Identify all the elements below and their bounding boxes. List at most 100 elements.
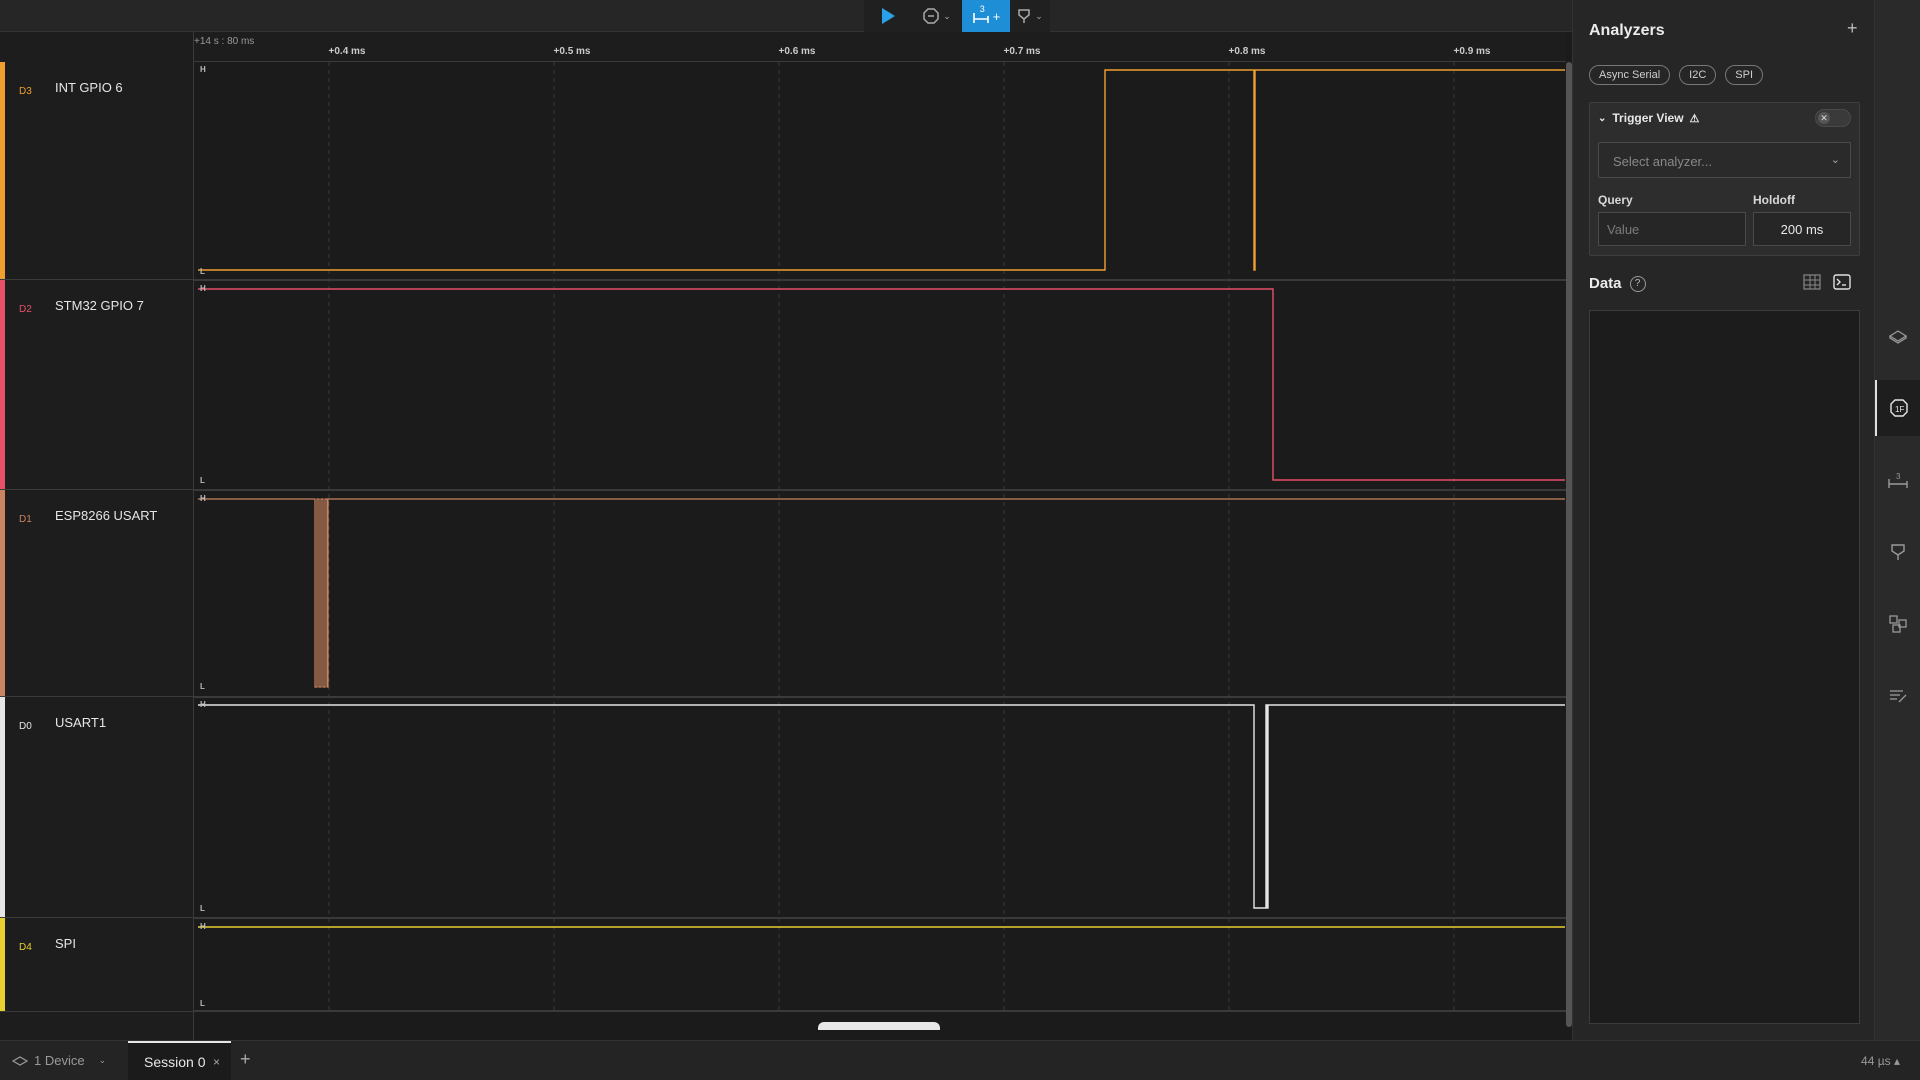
session-label: Session 0 [144, 1054, 206, 1070]
chevron-down-icon: ⌄ [1598, 112, 1607, 124]
trigger-view-toggle[interactable]: ✕ [1815, 109, 1851, 127]
zoom-readout[interactable]: 44 µs ▴ [1861, 1054, 1900, 1068]
measure-badge: 3 [979, 4, 985, 14]
rail-notes[interactable] [1875, 668, 1920, 724]
level-high-label: H [200, 284, 206, 293]
marker-button[interactable]: ⌄ [1010, 0, 1050, 32]
channel-label-d3[interactable]: D3 INT GPIO 6 [0, 62, 194, 280]
ruler-tick-label: +0.8 ms [1228, 46, 1266, 57]
terminal-view-icon[interactable] [1833, 274, 1851, 290]
data-view-toggles [1803, 274, 1851, 290]
warning-icon: ⚠ [1689, 112, 1700, 125]
waveform-canvas[interactable] [194, 62, 1566, 1012]
rail-device-settings[interactable] [1875, 308, 1920, 364]
analyzer-quick-chips: Async Serial I2C SPI [1589, 65, 1763, 85]
top-toolbar: ⌄ 3 + ⌄ [0, 0, 1572, 32]
channel-id: D4 [19, 942, 32, 953]
level-high-label: H [200, 700, 206, 709]
toolbar-controls: ⌄ 3 + ⌄ [864, 0, 1050, 32]
channel-color-bar [0, 490, 5, 696]
trigger-settings-button[interactable]: ⌄ [912, 0, 962, 32]
waveform-area[interactable]: H L H L H L H L H L [194, 62, 1566, 1012]
add-session-button[interactable]: + [240, 1049, 251, 1070]
channel-name[interactable]: INT GPIO 6 [55, 80, 123, 95]
measure-icon: 3 [1888, 472, 1908, 488]
horizontal-scrollbar[interactable] [818, 1022, 940, 1030]
query-input[interactable] [1598, 212, 1746, 246]
chip-spi[interactable]: SPI [1725, 65, 1763, 85]
channel-color-bar [0, 280, 5, 489]
svg-text:1F: 1F [1895, 405, 1904, 414]
play-button[interactable] [864, 0, 912, 32]
notes-icon [1890, 690, 1907, 703]
data-output[interactable] [1589, 310, 1860, 1024]
holdoff-input[interactable] [1753, 212, 1851, 246]
channel-label-d0[interactable]: D0 USART1 [0, 697, 194, 918]
analyzers-panel: Analyzers + Async Serial I2C SPI ⌄ Trigg… [1572, 0, 1874, 1040]
channel-name[interactable]: ESP8266 USART [55, 508, 157, 523]
ruler-tick-label: +0.6 ms [778, 46, 816, 57]
svg-text:3: 3 [1896, 472, 1901, 481]
channel-color-bar [0, 62, 5, 279]
device-icon [1888, 330, 1908, 344]
analyzer-icon: 1F [1890, 399, 1908, 417]
help-icon[interactable]: ? [1629, 275, 1646, 292]
channel-label-d1[interactable]: D1 ESP8266 USART [0, 490, 194, 697]
level-low-label: L [200, 904, 205, 913]
close-icon[interactable]: × [213, 1055, 220, 1069]
right-icon-rail: 1F 3 [1874, 0, 1920, 1040]
channel-name[interactable]: USART1 [55, 715, 106, 730]
holdoff-label: Holdoff [1753, 193, 1795, 207]
add-measurement-button[interactable]: 3 + [962, 0, 1010, 32]
level-low-label: L [200, 267, 205, 276]
chevron-down-icon: ⌄ [943, 10, 951, 21]
trigger-view-section: ⌄ Trigger View ⚠ ✕ Select analyzer... ⌄ … [1589, 102, 1860, 256]
channel-labels: D3 INT GPIO 6 D2 STM32 GPIO 7 D1 ESP8266… [0, 32, 194, 1040]
query-label: Query [1598, 193, 1633, 207]
channel-id: D2 [19, 304, 32, 315]
ruler-tick-label: +0.7 ms [1003, 46, 1041, 57]
channel-id: D3 [19, 86, 32, 97]
device-selector[interactable]: 1 Device ⌄ [12, 1053, 106, 1068]
trigger-icon [923, 8, 939, 24]
chip-i2c[interactable]: I2C [1679, 65, 1717, 85]
rail-extensions[interactable] [1875, 596, 1920, 652]
level-high-label: H [200, 494, 206, 503]
marker-icon [1018, 9, 1030, 23]
analyzer-select[interactable]: Select analyzer... ⌄ [1598, 142, 1851, 178]
trigger-view-header[interactable]: ⌄ Trigger View ⚠ [1598, 111, 1699, 125]
play-icon [882, 8, 895, 24]
level-low-label: L [200, 476, 205, 485]
channel-name[interactable]: STM32 GPIO 7 [55, 298, 144, 313]
trigger-view-title: Trigger View [1612, 111, 1684, 125]
session-tab[interactable]: Session 0 × [128, 1041, 231, 1080]
ruler-tick-label: +0.5 ms [553, 46, 591, 57]
rail-timing-markers[interactable] [1875, 524, 1920, 580]
extensions-icon [1889, 615, 1907, 633]
logic-analyzer-app: ⌄ 3 + ⌄ D3 INT GPIO 6 D2 STM32 GPIO 7 D1… [0, 0, 1920, 1080]
measure-plus: + [992, 8, 1001, 24]
rail-analyzers[interactable]: 1F [1875, 380, 1920, 436]
level-high-label: H [200, 922, 206, 931]
channel-name[interactable]: SPI [55, 936, 76, 951]
data-title: Data [1589, 275, 1622, 292]
time-ruler[interactable]: +14 s : 80 ms +0.4 ms +0.5 ms +0.6 ms +0… [194, 32, 1566, 62]
waveform-d0 [198, 704, 1565, 909]
marker-icon [1891, 544, 1905, 560]
level-high-label: H [200, 65, 206, 74]
channel-label-d2[interactable]: D2 STM32 GPIO 7 [0, 280, 194, 490]
table-view-icon[interactable] [1803, 274, 1821, 290]
ruler-origin: +14 s : 80 ms [194, 36, 255, 47]
panel-title: Analyzers [1589, 22, 1665, 39]
level-low-label: L [200, 999, 205, 1008]
channel-label-d4[interactable]: D4 SPI [0, 918, 194, 1012]
data-header: Data ? [1589, 275, 1646, 292]
chip-async-serial[interactable]: Async Serial [1589, 65, 1671, 85]
waveform-d3 [198, 69, 1565, 271]
rail-measurements[interactable]: 3 [1875, 452, 1920, 508]
add-analyzer-button[interactable]: + [1847, 18, 1858, 39]
waveform-d1 [198, 498, 1565, 688]
ruler-tick-label: +0.4 ms [328, 46, 366, 57]
channel-id: D1 [19, 514, 32, 525]
device-label: 1 Device [34, 1053, 85, 1068]
